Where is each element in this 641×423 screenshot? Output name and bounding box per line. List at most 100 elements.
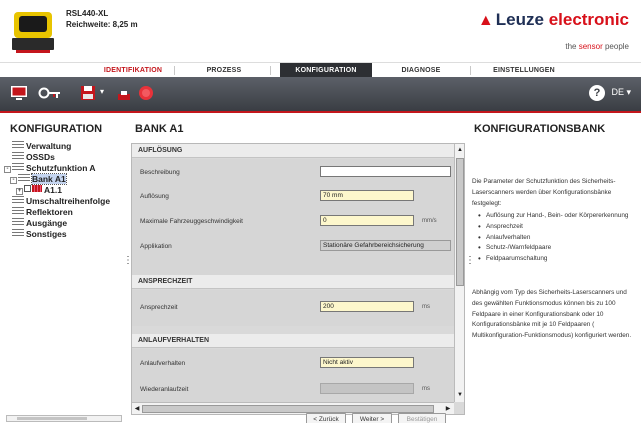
record-icon[interactable] [136, 82, 156, 102]
speed-unit: mm/s [422, 218, 437, 224]
collapse-icon[interactable]: - [4, 166, 11, 173]
list-item: • Ansprechzeit [478, 221, 523, 231]
info-bullet-list: • Auflösung zur Hand-, Bein- oder Körpere… [478, 211, 634, 265]
next-button[interactable]: Weiter > [352, 413, 392, 423]
wiederanlaufzeit-input[interactable] [320, 383, 414, 394]
left-splitter-handle[interactable]: ⋮ [123, 255, 133, 266]
anlaufverhalten-select[interactable]: Nicht aktiv [320, 357, 414, 368]
bullet-icon: • [478, 254, 481, 264]
tree-item-sonstiges[interactable]: Sonstiges [12, 229, 67, 240]
app-header: RSL440-XL Reichweite: 8,25 m ▲ Leuze elec… [0, 0, 641, 62]
tab-einstellungen[interactable]: EINSTELLUNGEN [478, 63, 570, 78]
scroll-thumb[interactable] [17, 417, 87, 420]
tree-item-reflektoren[interactable]: Reflektoren [12, 207, 73, 218]
beschreibung-label: Beschreibung [140, 169, 180, 176]
list-item: • Auflösung zur Hand-, Bein- oder Körpere… [478, 211, 629, 220]
section-ansprechzeit-header[interactable]: ANSPRECHZEIT [132, 275, 454, 289]
beschreibung-input[interactable] [320, 166, 451, 177]
toolbar: ▾ ? DE ▾ [0, 77, 641, 113]
form-vertical-scrollbar[interactable]: ▲ ▼ [454, 144, 464, 402]
ansprechzeit-label: Ansprechzeit [140, 304, 178, 311]
tree-title: KONFIGURATION [10, 123, 103, 135]
bullet-icon: • [478, 211, 481, 220]
tab-identifikation[interactable]: IDENTIFIKATION [92, 63, 174, 78]
aufloesung-input[interactable]: 70 mm [320, 190, 414, 201]
leuze-logo: ▲ Leuze electronic [477, 10, 629, 29]
section-anlaufverhalten-header[interactable]: ANLAUFVERHALTEN [132, 334, 454, 348]
ansprechzeit-unit: ms [422, 304, 430, 310]
applikation-select[interactable]: Stationäre Gefahrbereichsicherung [320, 240, 451, 251]
device-model: RSL440-XL [66, 9, 109, 18]
tab-divider [470, 66, 471, 75]
applikation-label: Applikation [140, 243, 172, 250]
info-panel: Die Parameter der Schutzfunktion des Sic… [472, 143, 637, 415]
language-selector[interactable]: DE ▾ [611, 87, 631, 98]
device-range: Reichweite: 8,25 m [66, 20, 138, 29]
max-fahrzeuggeschwindigkeit-label: Maximale Fahrzeuggeschwindigkeit [140, 218, 243, 225]
section-anlaufverhalten: Anlaufverhalten Nicht aktiv Wiederanlauf… [132, 349, 454, 404]
section-aufloesung-header[interactable]: AUFLÖSUNG [132, 144, 454, 158]
bank-form: AUFLÖSUNG Beschreibung Auflösung 70 mm M… [131, 143, 465, 415]
tab-prozess[interactable]: PROZESS [186, 63, 262, 78]
ansprechzeit-input[interactable]: 200 [320, 301, 414, 312]
tree-horizontal-scrollbar[interactable] [6, 415, 122, 422]
tree-item-ossds[interactable]: OSSDs [12, 152, 55, 163]
max-fahrzeuggeschwindigkeit-input[interactable]: 0 [320, 215, 414, 226]
chevron-down-icon[interactable]: ▾ [100, 87, 104, 96]
bullet-icon: • [478, 221, 481, 231]
bullet-icon: • [478, 243, 481, 253]
wiederanlaufzeit-unit: ms [422, 386, 430, 392]
tab-divider [174, 66, 175, 75]
list-icon [12, 152, 24, 159]
checkbox-icon[interactable] [24, 185, 31, 192]
aufloesung-label: Auflösung [140, 193, 169, 200]
warning-triangle-icon: ▲ [477, 12, 494, 29]
list-item: • Feldpaarumschaltung [478, 254, 548, 264]
list-item: • Anlaufverhalten [478, 232, 531, 242]
tree-item-schutzfunktion-a[interactable]: - Schutzfunktion A [4, 163, 96, 174]
list-icon [12, 207, 24, 214]
main-content: KONFIGURATION Verwaltung OSSDs - Schutzfu… [0, 115, 641, 423]
tree-item-umschaltreihenfolge[interactable]: Umschaltreihenfolge [12, 196, 110, 207]
list-icon [12, 229, 24, 236]
tree-item-ausgaenge[interactable]: Ausgänge [12, 218, 67, 229]
tab-divider [270, 66, 271, 75]
back-button[interactable]: < Zurück [306, 413, 346, 423]
device-info: RSL440-XL Reichweite: 8,25 m [66, 8, 138, 30]
info-intro: Die Parameter der Schutzfunktion des Sic… [472, 178, 616, 207]
tree-item-a1-1[interactable]: + A1.1 [16, 185, 62, 196]
tree-item-bank-a1[interactable]: - Bank A1 [10, 173, 67, 185]
scroll-thumb[interactable] [142, 405, 434, 413]
scroll-up-icon[interactable]: ▲ [456, 145, 464, 155]
connect-icon[interactable] [38, 85, 64, 101]
tab-diagnose[interactable]: DIAGNOSE [378, 63, 464, 78]
save-icon[interactable] [80, 85, 96, 101]
list-icon [18, 174, 30, 181]
scroll-left-icon[interactable]: ◀ [133, 404, 141, 414]
tree-item-verwaltung[interactable]: Verwaltung [12, 141, 71, 152]
expand-icon[interactable]: + [16, 188, 23, 195]
anlaufverhalten-label: Anlaufverhalten [140, 360, 186, 367]
scroll-thumb[interactable] [456, 158, 464, 286]
confirm-button[interactable]: Bestätigen [398, 413, 446, 423]
print-icon[interactable] [118, 91, 130, 101]
scroll-down-icon[interactable]: ▼ [456, 390, 464, 400]
field-pair-icon [32, 185, 42, 192]
form-title: BANK A1 [135, 123, 184, 135]
info-paragraph: Abhängig vom Typ des Sicherheits-Lasersc… [472, 289, 632, 340]
tab-konfiguration[interactable]: KONFIGURATION [280, 63, 372, 78]
collapse-icon[interactable]: - [10, 177, 17, 184]
list-icon [12, 218, 24, 225]
monitor-icon[interactable] [10, 85, 28, 101]
help-button[interactable]: ? [589, 85, 605, 101]
list-item: • Schutz-/Warnfeldpaare [478, 243, 552, 253]
main-tabs: IDENTIFIKATION PROZESS KONFIGURATION DIA… [0, 62, 641, 78]
list-icon [12, 196, 24, 203]
wiederanlaufzeit-label: Wiederanlaufzeit [140, 386, 189, 393]
bullet-icon: • [478, 232, 481, 242]
scanner-device-image [12, 12, 54, 53]
right-splitter-handle[interactable]: ⋮ [465, 255, 475, 266]
list-icon [12, 163, 24, 170]
section-ansprechzeit: Ansprechzeit 200 ms [132, 290, 454, 326]
list-icon [12, 141, 24, 148]
